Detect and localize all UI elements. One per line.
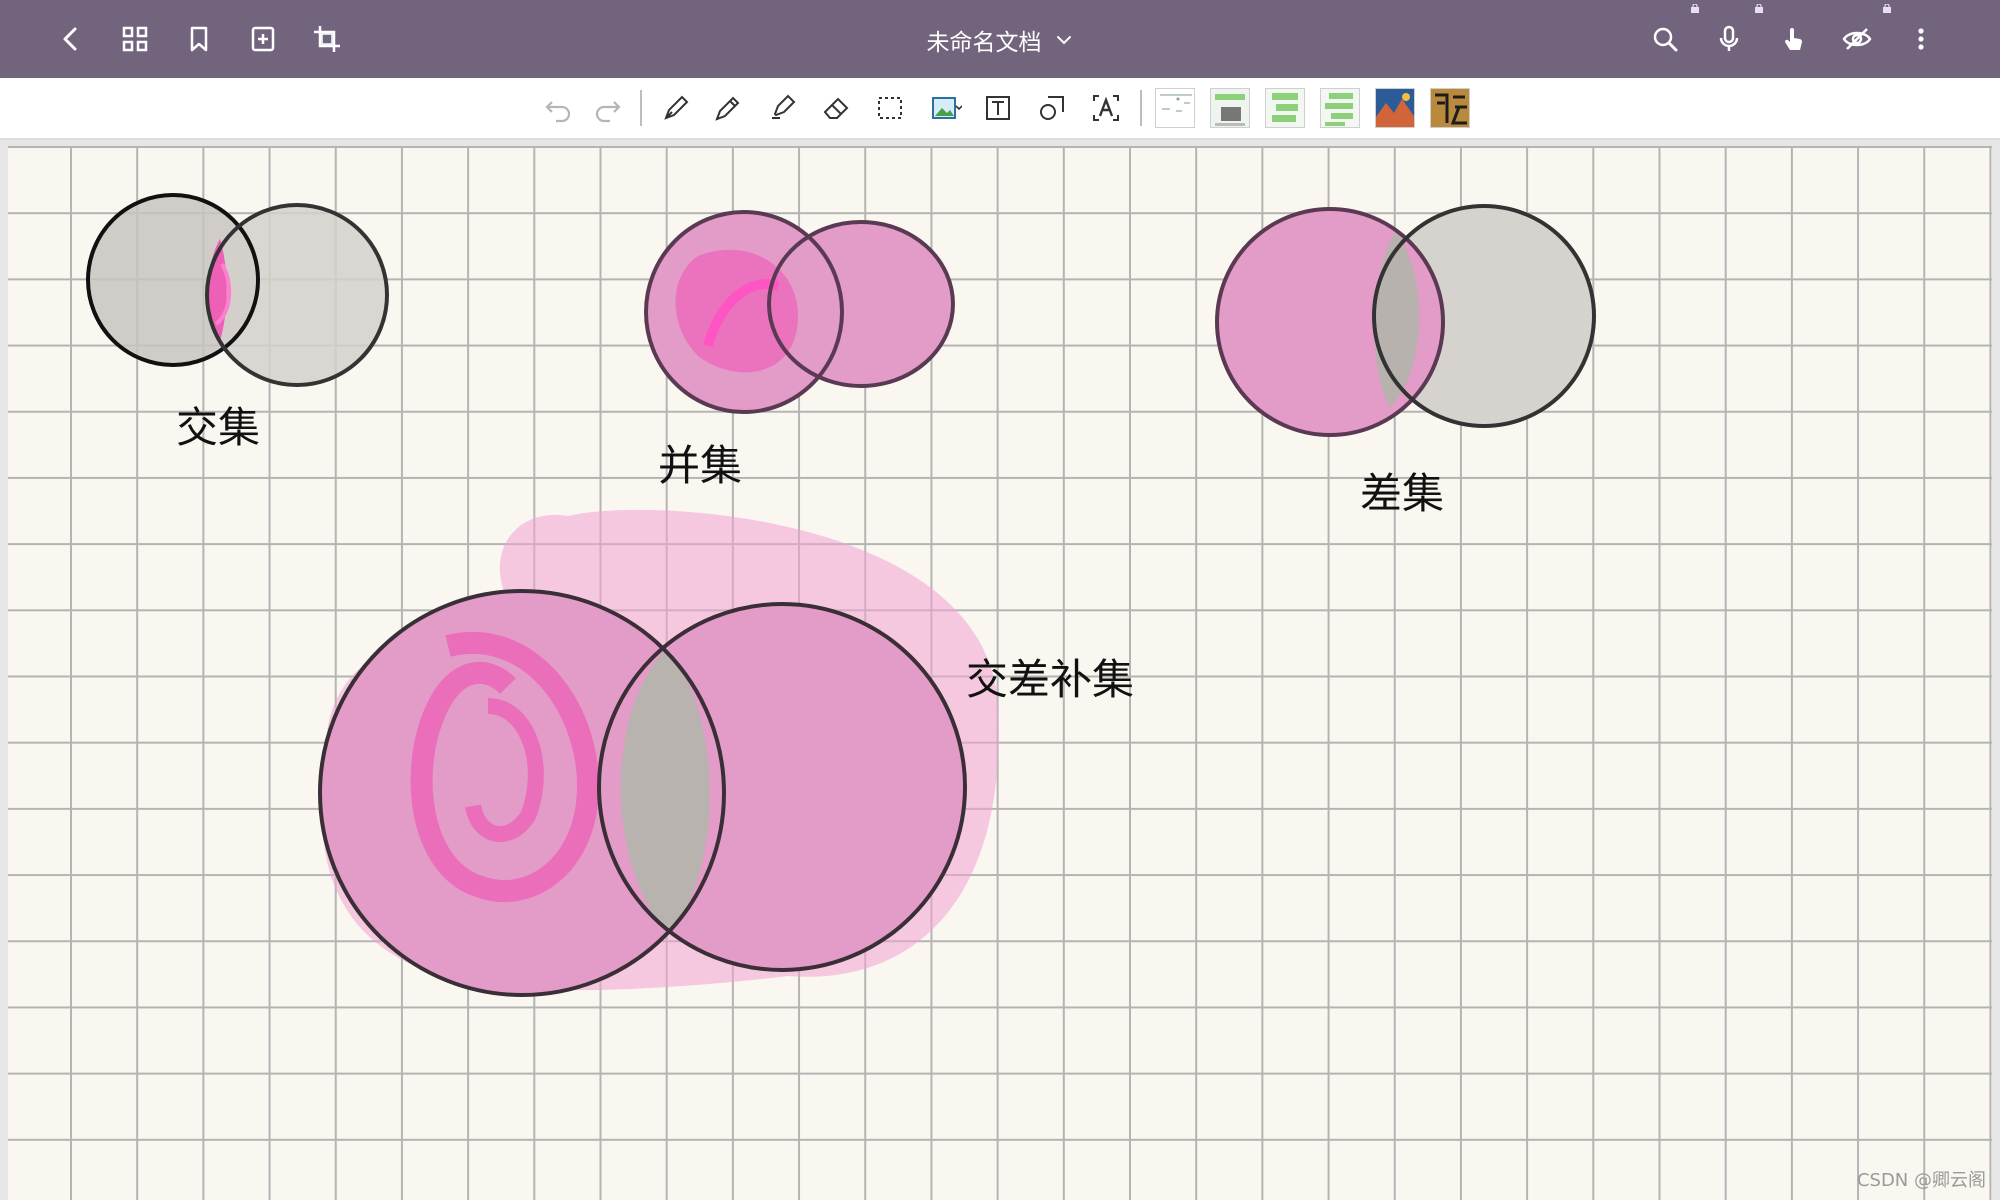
search-button[interactable]	[1640, 14, 1690, 64]
toolbar-divider	[1140, 90, 1142, 126]
top-bar: 未命名文档	[0, 0, 2000, 78]
drawing-toolbar	[0, 78, 2000, 140]
chat-thumbnail-icon	[1272, 93, 1298, 122]
symmetric-difference-venn-diagram	[318, 509, 999, 997]
recent-item-thumbnail[interactable]	[1375, 88, 1415, 128]
toolbar-divider	[640, 90, 642, 126]
watermark: CSDN @卿云阁	[1856, 1170, 1986, 1191]
microphone-icon	[1719, 25, 1739, 51]
recent-item-thumbnail[interactable]	[1320, 88, 1360, 128]
lock-indicator-icon	[1691, 4, 1699, 13]
image-insert-icon	[932, 97, 962, 119]
highlighter-icon	[772, 94, 796, 119]
pen-tool[interactable]	[706, 86, 750, 130]
screenshot-thumbnail-icon	[1215, 94, 1245, 126]
image-insert-tool[interactable]	[924, 86, 968, 130]
voice-button[interactable]	[1704, 14, 1754, 64]
lasso-select-tool[interactable]	[868, 86, 912, 130]
recent-item-thumbnail[interactable]	[1430, 88, 1470, 128]
diagram-thumbnail-icon	[1160, 94, 1192, 112]
crop-icon	[314, 26, 340, 52]
redo-button[interactable]	[586, 86, 630, 130]
shape-icon	[1040, 96, 1064, 120]
calligraphy-thumbnail-icon	[1431, 89, 1469, 127]
touch-mode-button[interactable]	[1768, 14, 1818, 64]
back-button[interactable]	[46, 14, 96, 64]
difference-label: 差集	[1360, 469, 1445, 518]
document-title: 未命名文档	[926, 30, 1042, 56]
shape-tool[interactable]	[1030, 86, 1074, 130]
text-box-icon	[986, 96, 1010, 120]
eraser-tool[interactable]	[814, 86, 858, 130]
pen-icon	[715, 96, 740, 121]
lock-indicator-icon	[1755, 4, 1763, 13]
intersection-venn-diagram	[86, 193, 389, 387]
chevron-down-icon	[1056, 36, 1071, 45]
eraser-icon	[823, 97, 849, 119]
more-icon	[1918, 28, 1924, 50]
highlighter-tool[interactable]	[760, 86, 804, 130]
difference-venn-diagram	[1215, 204, 1596, 437]
note-canvas[interactable]: 交集 并集 差集 交差补集	[8, 146, 1992, 1200]
grid-icon	[122, 26, 148, 52]
more-button[interactable]	[1896, 14, 1946, 64]
fountain-pen-icon	[664, 95, 689, 120]
bookmark-icon	[190, 26, 208, 52]
touch-icon	[1784, 28, 1803, 50]
symmetric-difference-label: 交差补集	[966, 655, 1135, 704]
add-page-icon	[251, 26, 275, 52]
add-page-button[interactable]	[238, 14, 288, 64]
undo-icon	[545, 101, 571, 123]
hide-button[interactable]	[1832, 14, 1882, 64]
union-venn-diagram	[644, 210, 955, 414]
redo-icon	[595, 101, 621, 123]
lock-indicator-icon	[1883, 4, 1891, 13]
text-recognition-tool[interactable]	[1084, 86, 1128, 130]
page-grid-button[interactable]	[110, 14, 160, 64]
hide-icon	[1842, 28, 1872, 50]
recent-item-thumbnail[interactable]	[1265, 88, 1305, 128]
undo-button[interactable]	[536, 86, 580, 130]
lasso-select-icon	[878, 97, 902, 119]
search-icon	[1653, 27, 1678, 52]
text-box-tool[interactable]	[976, 86, 1020, 130]
back-icon	[63, 27, 77, 51]
document-title-dropdown[interactable]: 未命名文档	[880, 20, 1120, 60]
chat-thumbnail-icon	[1325, 93, 1353, 126]
bookmark-button[interactable]	[174, 14, 224, 64]
fountain-pen-tool[interactable]	[654, 86, 698, 130]
union-label: 并集	[658, 441, 743, 490]
crop-button[interactable]	[302, 14, 352, 64]
recent-item-thumbnail[interactable]	[1155, 88, 1195, 128]
intersection-label: 交集	[176, 403, 261, 452]
photo-thumbnail-icon	[1376, 89, 1414, 127]
recent-item-thumbnail[interactable]	[1210, 88, 1250, 128]
text-recognition-icon	[1093, 95, 1119, 121]
